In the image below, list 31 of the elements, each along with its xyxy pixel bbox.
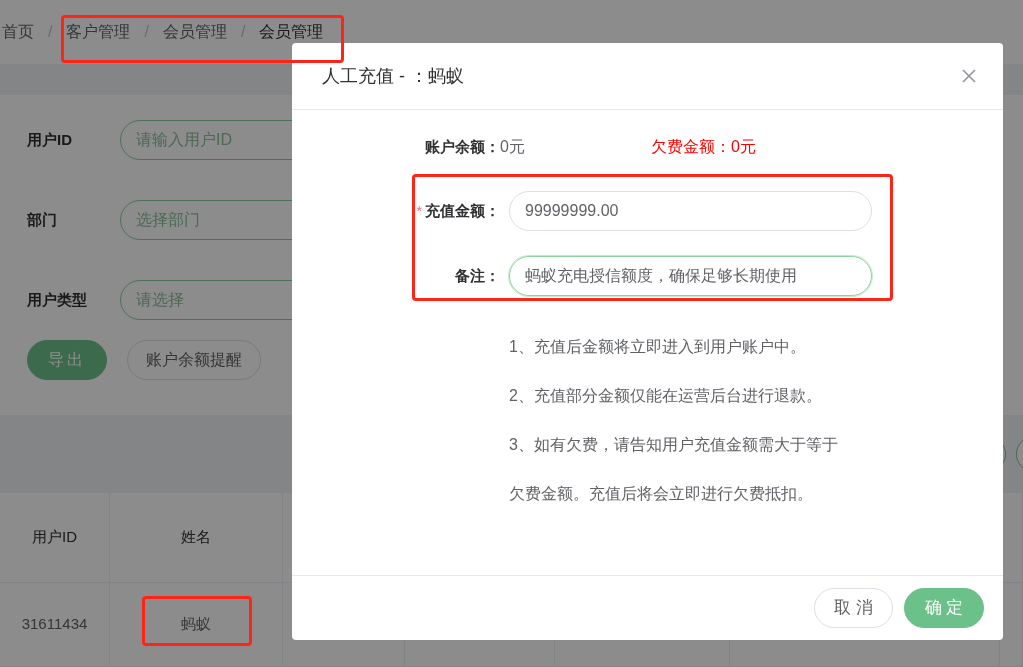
breadcrumb-link[interactable]: 会员管理 bbox=[162, 20, 227, 44]
balance-value: 0元 bbox=[500, 137, 526, 157]
dialog-button[interactable]: 确定 bbox=[904, 588, 984, 628]
field-label: 充值金额： bbox=[425, 200, 500, 221]
breadcrumb-separator: / bbox=[48, 22, 53, 42]
note-text: 2、充值部分金额仅能在运营后台进行退款。 bbox=[509, 386, 823, 406]
breadcrumb-link[interactable]: 客户管理 bbox=[66, 20, 131, 44]
breadcrumb-link[interactable]: 首页 bbox=[2, 20, 34, 44]
dialog-title: 人工充值 - ：蚂蚁 bbox=[322, 64, 464, 88]
action-button[interactable]: 导出 bbox=[27, 340, 107, 380]
column-header: 姓名 bbox=[181, 527, 211, 548]
filter-label: 部门 bbox=[27, 209, 58, 230]
field-label: 账户余额： bbox=[425, 138, 500, 155]
required-mark: * bbox=[416, 201, 422, 221]
field-label: 备注： bbox=[455, 265, 500, 286]
action-button[interactable]: 账户余额提醒 bbox=[127, 340, 261, 380]
breadcrumb-separator: / bbox=[240, 22, 246, 42]
arrears-text: 欠费金额：0元 bbox=[651, 137, 756, 157]
table-cell-text: 蚂蚁 bbox=[181, 614, 211, 635]
table-cell-text: 31611434 bbox=[21, 614, 88, 635]
close-icon[interactable] bbox=[961, 68, 977, 84]
note-text: 3、如有欠费，请告知用户充值金额需大于等于 bbox=[509, 435, 839, 455]
note-text: 欠费金额。充值后将会立即进行欠费抵扣。 bbox=[509, 484, 814, 504]
dialog-button[interactable]: 取消 bbox=[814, 588, 893, 628]
note-text: 1、充值后金额将立即进入到用户账户中。 bbox=[509, 337, 807, 357]
filter-label: 用户类型 bbox=[27, 289, 88, 310]
input-field[interactable]: 蚂蚁充电授信额度，确保足够长期使用 bbox=[509, 256, 872, 296]
input-field[interactable]: 99999999.00 bbox=[509, 191, 872, 231]
filter-label: 用户ID bbox=[27, 129, 73, 150]
breadcrumb-separator: / bbox=[144, 22, 149, 42]
column-header: 用户ID bbox=[32, 527, 77, 548]
